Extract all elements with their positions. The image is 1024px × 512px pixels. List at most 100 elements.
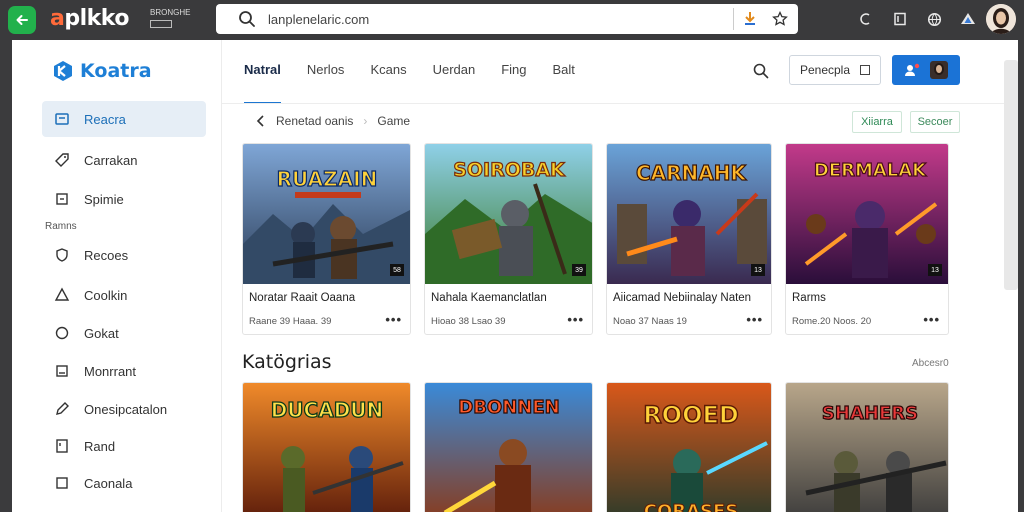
address-bar[interactable]: lanplenelaric.com	[216, 4, 798, 34]
app-logo[interactable]: Koatra	[52, 60, 152, 82]
game-thumbnail: RUAZAIN	[243, 144, 410, 284]
tab-fing[interactable]: Fing	[501, 62, 526, 82]
search-icon[interactable]	[752, 62, 770, 80]
game-card[interactable]: DERMALAK 13 Rarms Rome.20 Noos. 20 •••	[785, 143, 949, 335]
box-icon	[56, 477, 68, 489]
game-meta: Hioao 38 Lsao 39	[431, 316, 506, 327]
game-card[interactable]: SOIROBAK 39 Nahala Kaemanclatlan Hioao 3…	[424, 143, 593, 335]
sidebar-item-gokat[interactable]: Gokat	[42, 315, 206, 351]
tab-natral[interactable]: Natral	[244, 62, 281, 104]
game-title[interactable]: Noratar Raait Oaana	[249, 292, 355, 304]
main-content: Natral Nerlos Kcans Uerdan Fing Balt Pen…	[222, 40, 1018, 512]
categories-heading: Katögrias	[242, 351, 332, 373]
sidebar-item-onesipcatalon[interactable]: Onesipcatalon	[42, 391, 206, 427]
browser-toolbar: aplkko BRONGHE lanplenelaric.com	[0, 0, 1024, 40]
user-avatar	[930, 61, 948, 79]
sidebar: Koatra Reacra Carrakan Spimie Ramns Reco…	[12, 40, 222, 512]
chevron-left-icon[interactable]	[256, 115, 266, 127]
category-card[interactable]: DBONNEN	[424, 382, 593, 512]
url-text[interactable]: lanplenelaric.com	[268, 12, 733, 27]
logo-text: Koatra	[80, 60, 152, 82]
game-badge: 39	[572, 264, 586, 276]
tab-uerdan[interactable]: Uerdan	[433, 62, 476, 82]
game-card[interactable]: RUAZAIN 58 Noratar Raait Oaana Raane 39 …	[242, 143, 411, 335]
categories-see-all-link[interactable]: Abcesr0	[912, 358, 949, 369]
tab-nerlos[interactable]: Nerlos	[307, 62, 345, 82]
game-art-title: CARNAHK	[636, 161, 748, 185]
game-title[interactable]: Nahala Kaemanclatlan	[431, 292, 547, 304]
sidebar-item-caonala[interactable]: Caonala	[42, 465, 206, 501]
document-icon	[56, 439, 68, 453]
breadcrumb-current: Game	[377, 114, 411, 128]
reader-icon[interactable]	[886, 6, 914, 32]
tag-icon	[55, 153, 69, 167]
more-options-icon[interactable]: •••	[746, 312, 763, 327]
sidebar-section-title: Ramns	[45, 221, 77, 232]
tab-balt[interactable]: Balt	[553, 62, 575, 82]
web-page: Koatra Reacra Carrakan Spimie Ramns Reco…	[12, 40, 1018, 512]
profile-avatar[interactable]	[986, 4, 1016, 34]
sidebar-item-reacra[interactable]: Reacra	[42, 101, 206, 137]
checkbox-icon	[860, 65, 871, 75]
more-options-icon[interactable]: •••	[923, 312, 940, 327]
back-button[interactable]	[8, 6, 36, 34]
game-card[interactable]: CARNAHK 13 Aiicamad Nebiinalay Naten Noa…	[606, 143, 772, 335]
category-thumbnail: DUCADUN	[243, 383, 410, 512]
category-art-title: DBONNEN	[458, 397, 559, 418]
category-card[interactable]: SHAHERS	[785, 382, 949, 512]
browser-brand: aplkko	[50, 6, 129, 31]
sidebar-item-label: Reacra	[84, 111, 126, 127]
category-card[interactable]: ROOED CORASES	[606, 382, 772, 512]
mini-tab[interactable]: BRONGHE	[150, 8, 191, 32]
filter-pill-xiiarra[interactable]: Xiiarra	[852, 111, 902, 133]
scrollbar[interactable]	[1004, 60, 1018, 290]
game-badge: 13	[751, 264, 765, 276]
sidebar-item-label: Recoes	[84, 247, 129, 263]
folder-icon	[55, 113, 69, 125]
breadcrumb-parent[interactable]: Renetad oanis	[276, 114, 353, 128]
game-badge: 58	[390, 264, 404, 276]
account-button[interactable]	[892, 55, 960, 85]
category-thumbnail: ROOED CORASES	[607, 383, 771, 512]
mini-tab-bar	[150, 20, 172, 28]
game-art-title: SOIROBAK	[453, 159, 566, 181]
sidebar-item-spimie[interactable]: Spimie	[42, 181, 206, 217]
sidebar-item-label: Onesipcatalon	[84, 401, 168, 417]
game-art-title: RUAZAIN	[277, 167, 378, 191]
edit-icon	[56, 402, 69, 415]
sidebar-item-recoes[interactable]: Recoes	[42, 237, 206, 273]
sidebar-item-monrrant[interactable]: Monrrant	[42, 353, 206, 389]
prep-button-label: Penecpla	[799, 63, 851, 77]
star-icon[interactable]	[768, 7, 792, 31]
game-title[interactable]: Rarms	[792, 292, 826, 304]
mini-tab-label: BRONGHE	[150, 8, 191, 17]
game-meta: Raane 39 Haaa. 39	[249, 316, 332, 327]
filter-pill-secoer[interactable]: Secoer	[910, 111, 960, 133]
add-user-icon	[905, 63, 920, 76]
more-options-icon[interactable]: •••	[567, 312, 584, 327]
prep-button[interactable]: Penecpla	[789, 55, 881, 85]
sidebar-item-label: Coolkin	[84, 287, 128, 303]
sidebar-item-rand[interactable]: Rand	[42, 428, 206, 464]
triangle-icon	[54, 287, 70, 301]
category-art-title: SHAHERS	[822, 403, 918, 424]
search-icon	[239, 11, 255, 27]
drive-icon[interactable]	[954, 6, 982, 32]
category-thumbnail: DBONNEN	[425, 383, 592, 512]
logo-icon	[54, 61, 72, 81]
circle-icon	[55, 326, 69, 340]
extension-icon[interactable]	[738, 7, 762, 31]
globe-icon[interactable]	[920, 6, 948, 32]
category-art-subtitle: CORASES	[644, 501, 739, 512]
tab-kcans[interactable]: Kcans	[370, 62, 406, 82]
copy-icon[interactable]	[852, 6, 880, 32]
more-options-icon[interactable]: •••	[385, 312, 402, 327]
game-art-title: DERMALAK	[814, 160, 927, 181]
brand-prefix: a	[50, 6, 65, 31]
category-card[interactable]: DUCADUN	[242, 382, 411, 512]
game-title[interactable]: Aiicamad Nebiinalay Naten	[613, 292, 751, 304]
sidebar-item-carrakan[interactable]: Carrakan	[42, 142, 206, 178]
sidebar-item-label: Rand	[84, 438, 116, 454]
brand-rest: plkko	[64, 6, 129, 31]
sidebar-item-coolkin[interactable]: Coolkin	[42, 277, 206, 313]
